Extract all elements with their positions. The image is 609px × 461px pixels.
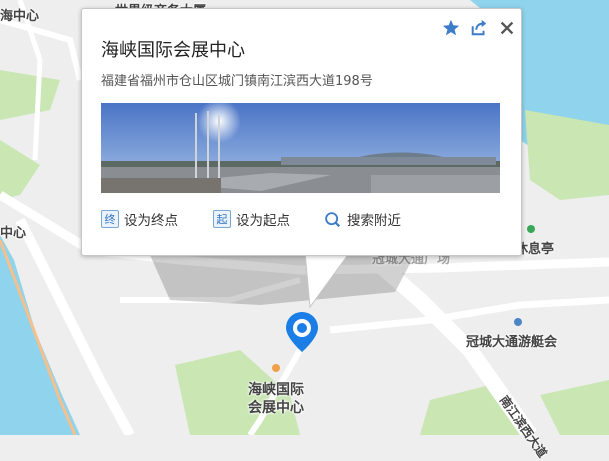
poi-panorama-photo[interactable] <box>101 103 500 193</box>
poi-address: 福建省福州市仓山区城门镇南江滨西大道198号 <box>101 74 373 89</box>
map-label: 中心 <box>0 226 27 241</box>
map-label: 冠城大通游艇会 <box>466 335 558 350</box>
poi-info-window: 海峡国际会展中心 福建省福州市仓山区城门镇南江滨西大道198号 终 设为终点 起… <box>81 8 522 256</box>
close-icon[interactable] <box>498 19 518 39</box>
set-origin-button[interactable]: 起 设为起点 <box>213 208 290 230</box>
popup-pointer <box>305 252 351 309</box>
set-origin-label: 设为起点 <box>236 213 290 229</box>
start-badge-icon: 起 <box>213 210 231 228</box>
set-destination-button[interactable]: 终 设为终点 <box>101 208 178 230</box>
map-label: 海中心 <box>0 9 40 24</box>
map-label[interactable]: 海峡国际 <box>248 379 304 399</box>
search-nearby-label: 搜索附近 <box>347 213 401 229</box>
poi-dot-icon[interactable] <box>272 364 280 372</box>
marina-icon[interactable] <box>514 318 522 326</box>
poi-title: 海峡国际会展中心 <box>101 40 245 61</box>
set-destination-label: 设为终点 <box>124 213 178 229</box>
share-icon[interactable] <box>470 19 490 39</box>
map-label[interactable]: 会展中心 <box>248 397 304 417</box>
search-nearby-button[interactable]: 搜索附近 <box>324 208 401 230</box>
star-icon[interactable] <box>442 19 462 39</box>
pavilion-icon[interactable] <box>527 225 535 233</box>
search-icon <box>324 211 341 228</box>
end-badge-icon: 终 <box>101 210 119 228</box>
location-pin-icon[interactable] <box>284 310 320 354</box>
